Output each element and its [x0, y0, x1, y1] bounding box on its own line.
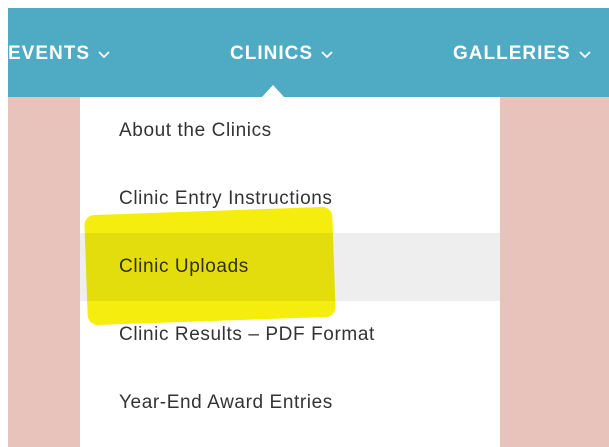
- chevron-down-icon: [578, 47, 592, 61]
- menu-item-clinic-uploads[interactable]: Clinic Uploads: [80, 233, 500, 301]
- nav-item-label: CLINICS: [230, 43, 313, 64]
- menu-item-label: Year-End Award Entries: [119, 392, 333, 413]
- clinics-dropdown-menu: About the Clinics Clinic Entry Instructi…: [80, 97, 500, 447]
- menu-item-about-the-clinics[interactable]: About the Clinics: [80, 97, 500, 165]
- menu-item-clinic-results-pdf[interactable]: Clinic Results – PDF Format: [80, 301, 500, 369]
- chevron-down-icon: [97, 47, 111, 61]
- nav-item-clinics[interactable]: CLINICS: [230, 41, 334, 67]
- menu-item-label: Clinic Uploads: [119, 256, 249, 277]
- nav-item-label: GALLERIES: [453, 43, 571, 64]
- nav-item-events[interactable]: EVENTS: [8, 41, 111, 67]
- menu-item-year-end-award-entries[interactable]: Year-End Award Entries: [80, 369, 500, 437]
- nav-item-label: EVENTS: [8, 43, 91, 64]
- nav-item-galleries[interactable]: GALLERIES: [453, 41, 592, 67]
- menu-item-label: Clinic Results – PDF Format: [119, 324, 375, 345]
- menu-item-label: About the Clinics: [119, 120, 272, 141]
- menu-item-label: Clinic Entry Instructions: [119, 188, 333, 209]
- chevron-down-icon: [320, 47, 334, 61]
- main-nav: EVENTS CLINICS GALLERIES: [8, 8, 609, 97]
- menu-item-clinic-entry-instructions[interactable]: Clinic Entry Instructions: [80, 165, 500, 233]
- dropdown-caret: [262, 85, 284, 97]
